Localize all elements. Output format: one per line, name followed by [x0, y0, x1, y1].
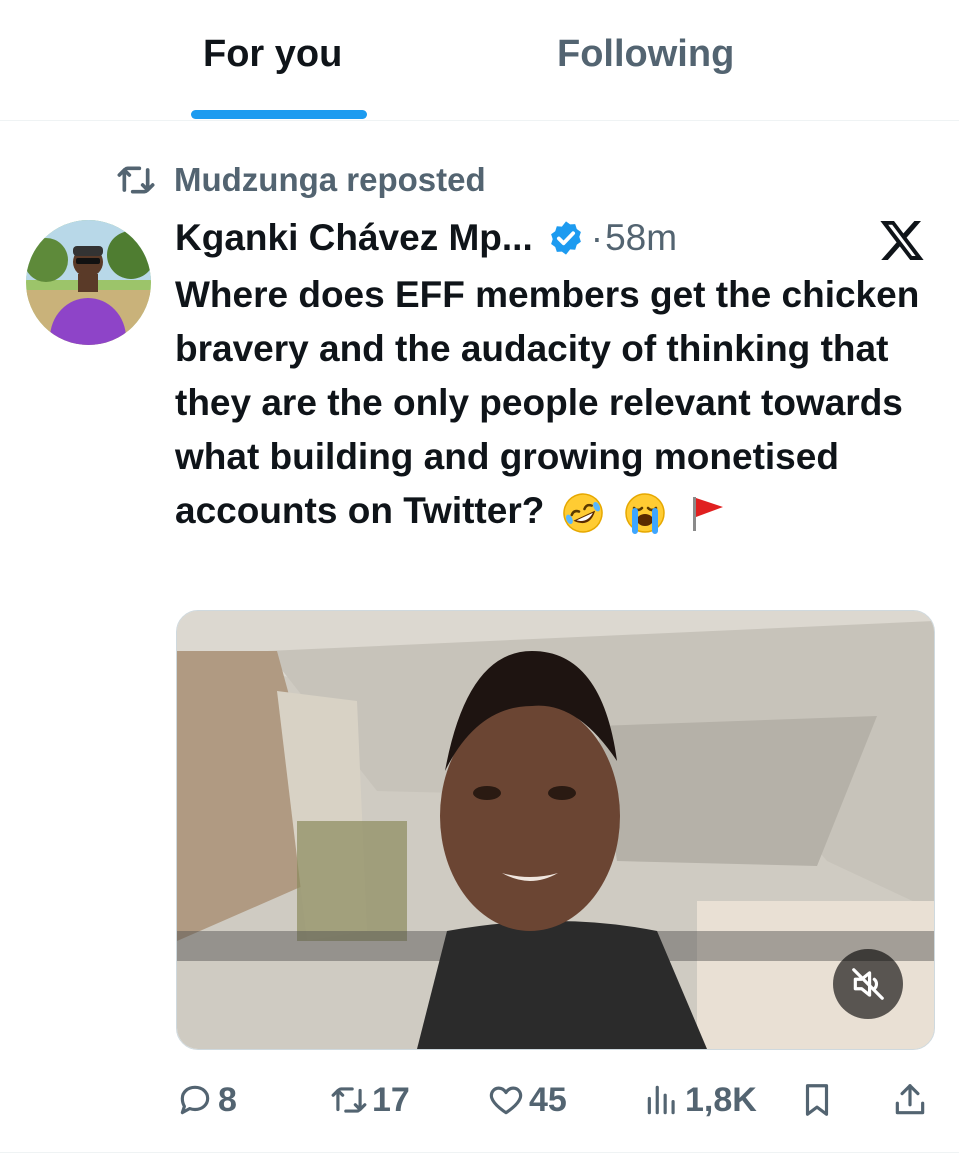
repost-icon [331, 1087, 367, 1113]
timeline-tabs: For you Following [0, 0, 959, 121]
repost-count: 17 [372, 1080, 410, 1119]
red-flag-emoji [693, 497, 724, 532]
muted-speaker-icon [852, 968, 884, 1000]
bookmark-icon [805, 1084, 829, 1116]
repost-context[interactable]: Mudzunga reposted [116, 158, 486, 202]
rolling-on-floor-laughing-emoji [562, 493, 603, 533]
share-button[interactable] [891, 1068, 929, 1132]
like-button[interactable]: 45 [487, 1068, 567, 1132]
tweet-header: Kganki Chávez Mp... · 58m [175, 214, 677, 262]
tweet-actions: 8 17 45 1,8K [0, 1068, 959, 1132]
active-tab-indicator [191, 110, 367, 119]
reply-icon [180, 1085, 210, 1115]
reply-button[interactable]: 8 [176, 1068, 237, 1132]
reply-count: 8 [218, 1080, 237, 1119]
view-count: 1,8K [685, 1080, 757, 1119]
mute-toggle-button[interactable] [833, 949, 903, 1019]
avatar[interactable] [26, 220, 151, 345]
tab-following[interactable]: Following [557, 30, 734, 78]
analytics-icon [647, 1085, 675, 1115]
loudly-crying-emoji [625, 493, 665, 535]
like-count: 45 [529, 1080, 567, 1119]
header-separator: · [590, 217, 604, 258]
verified-badge-icon [550, 221, 581, 255]
share-icon [895, 1084, 925, 1115]
repost-icon [117, 166, 155, 194]
repost-label: Mudzunga reposted [174, 161, 486, 198]
tweet-text: Where does EFF members get the chicken b… [175, 268, 935, 538]
tweet-timestamp[interactable]: 58m [605, 217, 677, 259]
x-logo-icon [880, 221, 924, 260]
tweet-video[interactable] [176, 610, 935, 1050]
video-frame [177, 611, 934, 1049]
author-name[interactable]: Kganki Chávez Mp... [175, 217, 533, 259]
views-button[interactable]: 1,8K [643, 1068, 757, 1132]
divider [0, 1152, 959, 1153]
tweet-text-content: Where does EFF members get the chicken b… [175, 274, 920, 531]
heart-icon [489, 1086, 523, 1115]
bookmark-button[interactable] [798, 1068, 836, 1132]
repost-button[interactable]: 17 [330, 1068, 410, 1132]
tab-for-you[interactable]: For you [203, 30, 342, 78]
